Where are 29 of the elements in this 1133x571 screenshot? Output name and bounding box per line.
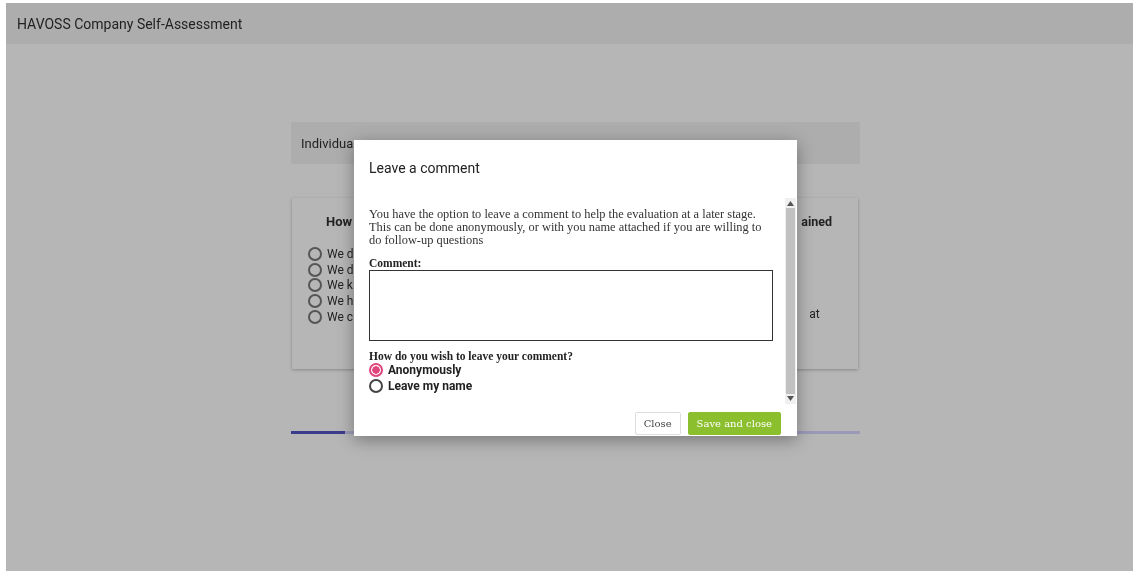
close-button[interactable]: Close bbox=[634, 412, 681, 435]
option-label: Leave my name bbox=[388, 379, 473, 393]
option-label: Anonymously bbox=[388, 363, 462, 377]
field-label: Comment: bbox=[369, 257, 423, 269]
up-arrow-icon[interactable] bbox=[787, 201, 794, 206]
option-label: We c bbox=[327, 309, 354, 324]
question-text: How bbox=[326, 214, 353, 229]
radio-button[interactable] bbox=[308, 246, 322, 261]
option-label: We h bbox=[327, 293, 354, 308]
scroll-thumb[interactable] bbox=[786, 208, 795, 394]
radio-button[interactable] bbox=[308, 262, 322, 277]
radio-button[interactable] bbox=[308, 309, 322, 324]
down-arrow-icon[interactable] bbox=[787, 396, 794, 401]
option-label: at bbox=[809, 307, 821, 321]
radio-button[interactable] bbox=[308, 293, 322, 308]
dialog-title: Leave a comment bbox=[369, 160, 481, 176]
question-text: ained bbox=[801, 214, 832, 229]
section-title: Individua bbox=[301, 135, 354, 151]
radio-button[interactable] bbox=[369, 379, 383, 393]
option-label: We d bbox=[327, 246, 354, 261]
option-label: We k bbox=[327, 278, 353, 293]
radio-button[interactable] bbox=[369, 363, 383, 377]
radio-button[interactable] bbox=[308, 278, 322, 293]
intro-text: You have the option to leave a comment to help the evaluation at a later stage. This can be done anonymously, or with you name attached if you are willing to do follow-up questions bbox=[369, 208, 763, 247]
question-text: How do you wish to leave your comment? bbox=[369, 350, 574, 362]
app-title: HAVOSS Company Self-Assessment bbox=[17, 15, 243, 32]
scrollbar[interactable] bbox=[785, 198, 796, 404]
option-label: We d bbox=[327, 262, 354, 277]
comment-field[interactable] bbox=[369, 270, 773, 341]
